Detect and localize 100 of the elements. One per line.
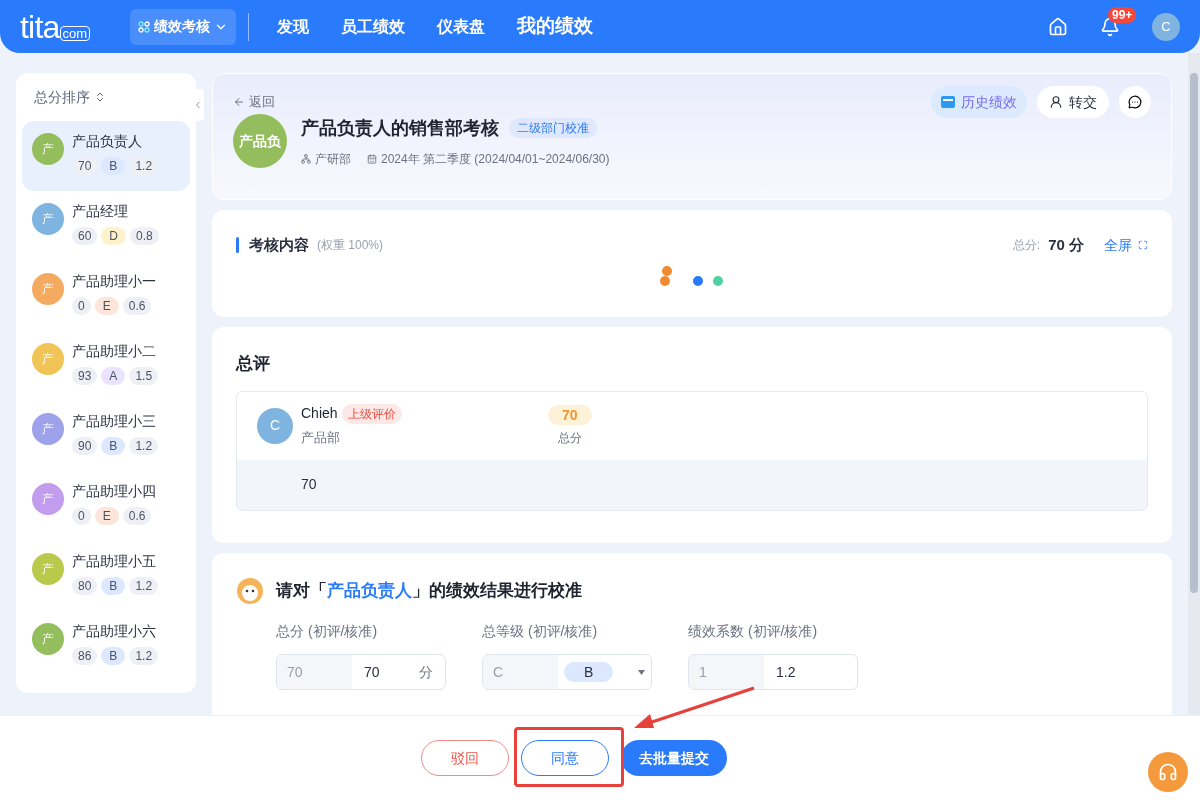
caret-icon[interactable]: [638, 669, 645, 675]
employee-item[interactable]: 产 产品助理小四 0 E 0.6: [22, 471, 190, 541]
review-score: 70: [548, 404, 592, 425]
review-comment: 70: [301, 475, 317, 494]
employee-name: 产品助理小五: [72, 552, 157, 571]
coefficient-tag: 0.8: [130, 227, 159, 245]
chat-icon: [1128, 95, 1142, 109]
agree-button[interactable]: 同意: [521, 740, 609, 776]
fullscreen-button[interactable]: 全屏: [1104, 234, 1148, 256]
grade-tag: E: [94, 297, 119, 315]
total-label: 总分:: [1012, 237, 1041, 255]
employee-avatar: 产: [32, 623, 64, 655]
section-title: 考核内容: [249, 235, 309, 255]
grade-tag: B: [101, 647, 126, 665]
score-label: 总分: [557, 429, 582, 447]
org-icon: [301, 153, 311, 164]
comment-button[interactable]: [1119, 86, 1151, 118]
employee-item[interactable]: 产 产品助理小一 0 E 0.6: [22, 261, 190, 331]
user-icon: [1049, 95, 1063, 109]
employee-item[interactable]: 产 产品助理小六 86 B 1.2: [22, 611, 190, 681]
employee-item[interactable]: 产 产品助理小五 80 B 1.2: [22, 541, 190, 611]
grade-tag: A: [101, 367, 126, 385]
employee-avatar: 产: [32, 273, 64, 305]
scrollbar-thumb[interactable]: [1190, 73, 1198, 593]
score-tag: 0: [72, 507, 91, 525]
role-tag: 上级评价: [341, 403, 402, 424]
score-tag: 90: [72, 437, 98, 455]
calibration-field[interactable]: C B: [482, 654, 652, 690]
score-tag: 86: [72, 647, 98, 665]
employee-name: 产品助理小二: [72, 342, 157, 361]
profile-avatar: 产品负: [233, 114, 287, 168]
initial-value: 70: [277, 655, 352, 689]
nav-tab[interactable]: 仪表盘: [421, 14, 502, 39]
coefficient-tag: 0.6: [122, 297, 152, 315]
reject-button[interactable]: 驳回: [421, 740, 509, 776]
employee-name: 产品负责人: [72, 132, 143, 151]
employee-avatar: 产: [32, 203, 64, 235]
unit-label: 分: [419, 662, 433, 682]
grade-tag: B: [101, 437, 126, 455]
coefficient-tag: 1.2: [129, 647, 159, 665]
score-tag: 0: [72, 297, 91, 315]
grade-tag: B: [101, 577, 126, 595]
employee-name: 产品经理: [72, 202, 129, 221]
employee-item[interactable]: 产 产品助理小三 90 B 1.2: [22, 401, 190, 471]
weight-label: (权重 100%): [317, 237, 384, 255]
calibration-field[interactable]: 1 1.2: [688, 654, 858, 690]
back-link[interactable]: 返回: [233, 92, 275, 112]
review-title: 总评: [236, 353, 271, 375]
headset-icon: [1158, 762, 1178, 782]
employee-avatar: 产: [32, 483, 64, 515]
fullscreen-icon: [1138, 240, 1148, 251]
total-score: 70 分: [1048, 235, 1084, 255]
home-icon[interactable]: [1048, 16, 1068, 37]
history-icon: [941, 96, 955, 108]
submit-button[interactable]: 去批量提交: [621, 740, 727, 776]
period-label: 2024年 第二季度 (2024/04/01~2024/06/30): [381, 150, 610, 168]
level-tag: 二级部门校准: [509, 118, 597, 138]
notification-badge: 99+: [1108, 6, 1137, 23]
score-tag: 60: [72, 227, 98, 245]
assessment-title: 产品负责人的销售部考核: [301, 116, 499, 140]
employee-name: 产品助理小一: [72, 272, 156, 291]
grade-tag: D: [101, 227, 127, 245]
employee-avatar: 产: [32, 133, 64, 165]
score-input[interactable]: 70: [364, 661, 380, 683]
reviewer-name: Chieh: [301, 404, 338, 424]
logo: tita: [20, 10, 60, 43]
employee-item[interactable]: 产 产品助理小二 93 A 1.5: [22, 331, 190, 401]
employee-item[interactable]: 产 产品负责人 70 B 1.2: [22, 121, 190, 191]
sort-label[interactable]: 总分排序: [34, 86, 90, 108]
field-label: 总等级 (初评/核准): [482, 622, 599, 641]
coefficient-tag: 1.2: [129, 577, 159, 595]
employee-name: 产品助理小六: [72, 622, 157, 641]
initial-value: 1: [689, 655, 764, 689]
calibration-title: 请对「产品负责人」的绩效结果进行校准: [276, 580, 582, 603]
employee-item[interactable]: 产 产品经理 60 D 0.8: [22, 191, 190, 261]
coefficient-tag: 1.2: [129, 437, 159, 455]
employee-name: 产品助理小四: [72, 482, 156, 501]
coefficient-tag: 1.5: [129, 367, 159, 385]
grade-select[interactable]: B: [564, 662, 614, 682]
initial-value: C: [483, 655, 558, 689]
coefficient-tag: 1.2: [129, 157, 159, 175]
score-tag: 93: [72, 367, 98, 385]
transfer-button[interactable]: 转交: [1037, 86, 1109, 118]
employee-name: 产品助理小三: [72, 412, 157, 431]
nav-tab[interactable]: 员工绩效: [325, 14, 422, 39]
sort-icon[interactable]: [94, 91, 106, 103]
reviewer-department: 产品部: [301, 429, 341, 448]
calibration-field[interactable]: 70 70 分: [276, 654, 446, 690]
calendar-icon: [367, 153, 377, 164]
nav-tab[interactable]: 我的绩效: [501, 12, 610, 41]
logo-suffix: com: [59, 25, 91, 41]
coefficient-tag: 0.6: [122, 507, 152, 525]
apps-icon: [138, 20, 151, 33]
nav-tab[interactable]: 发现: [261, 14, 326, 39]
score-tag: 80: [72, 577, 98, 595]
coefficient-input[interactable]: 1.2: [776, 661, 796, 683]
loading-icon: [660, 264, 724, 287]
field-label: 绩效系数 (初评/核准): [688, 622, 819, 641]
employee-avatar: 产: [32, 413, 64, 445]
field-label: 总分 (初评/核准): [276, 622, 379, 641]
